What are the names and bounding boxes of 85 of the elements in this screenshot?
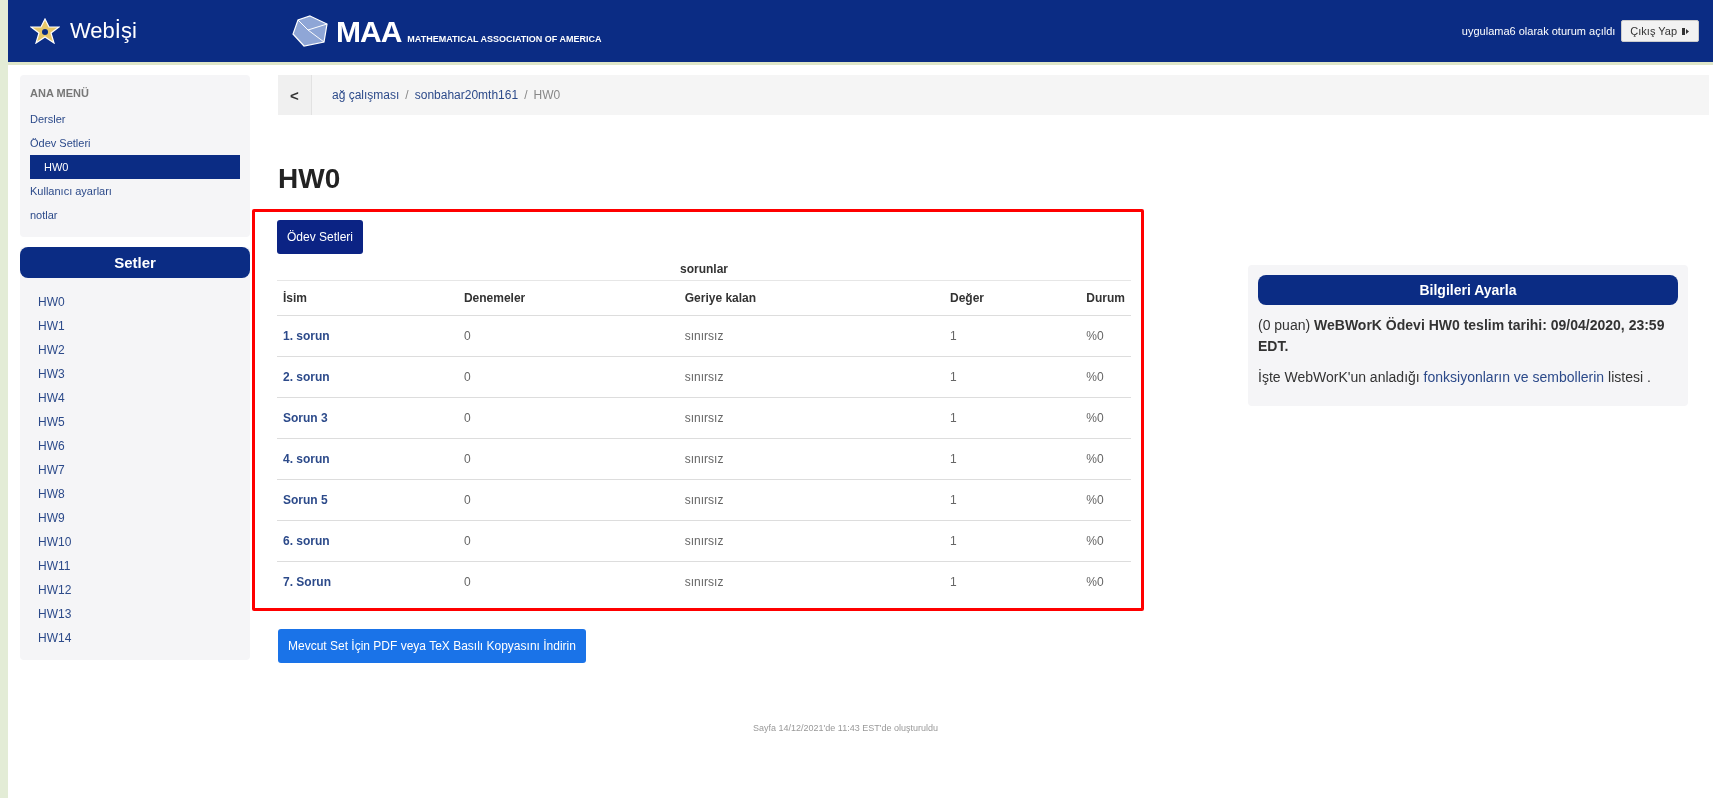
breadcrumb-separator: / [405,88,409,102]
table-cell: %0 [1080,520,1131,562]
menu-item[interactable]: Ödev Setleri [30,131,240,155]
sign-out-icon [1681,26,1690,36]
column-header: Değer [944,280,1081,316]
table-cell: %0 [1080,438,1131,480]
breadcrumb-item[interactable]: ağ çalışması [332,88,400,102]
menu-item[interactable]: notlar [30,203,240,227]
set-link[interactable]: HW9 [20,506,250,530]
table-cell: %0 [1080,479,1131,521]
star-logo-icon [30,18,60,44]
table-cell: %0 [1080,397,1131,439]
set-link[interactable]: HW10 [20,530,250,554]
brand-name[interactable]: Webİşi [70,18,137,44]
problem-link[interactable]: Sorun 3 [283,411,328,425]
sets-heading: Setler [20,247,250,278]
set-link[interactable]: HW14 [20,626,250,650]
functions-link[interactable]: fonksiyonların ve sembollerin [1423,369,1605,385]
menu-item[interactable]: HW0 [30,155,240,179]
table-cell: sınırsız [678,479,944,521]
table-cell: 0 [457,520,679,562]
polyhedron-logo-icon [290,14,330,48]
problem-link[interactable]: 7. Sorun [283,575,331,589]
table-cell: 1 [944,561,1081,602]
set-link[interactable]: HW3 [20,362,250,386]
table-cell: 1 [944,520,1081,562]
set-link[interactable]: HW4 [20,386,250,410]
table-caption: sorunlar [679,261,729,278]
column-header: İsim [277,280,458,316]
column-header: Geriye kalan [678,280,944,316]
table-cell: 0 [457,479,679,521]
table-cell: 0 [457,315,679,357]
column-header: Denemeler [457,280,679,316]
table-cell: %0 [1080,561,1131,602]
logout-button[interactable]: Çıkış Yap [1621,20,1699,42]
table-cell: 0 [457,356,679,398]
back-button[interactable]: < [278,75,312,115]
login-status: uygulama6 olarak oturum açıldı [1461,25,1616,37]
set-link[interactable]: HW8 [20,482,250,506]
breadcrumb-item[interactable]: sonbahar20mth161 [414,88,519,102]
table-cell: %0 [1080,356,1131,398]
table-cell: sınırsız [678,438,944,480]
problem-link[interactable]: 6. sorun [283,534,330,548]
footer-text: Sayfa 14/12/2021'de 11:43 EST'de oluşturuldu [752,723,939,733]
due-date-text: (0 puan) WeBWorK Ödevi HW0 teslim tarihi: 09/04/2020, 23:59 EDT. [1258,316,1666,356]
table-cell: 0 [457,561,679,602]
table-cell: 1 [944,479,1081,521]
logo-text: MAA [336,16,402,48]
table-cell: 1 [944,438,1081,480]
problem-link[interactable]: 1. sorun [283,329,330,343]
table-cell: sınırsız [678,520,944,562]
page-title: HW0 [278,163,342,195]
menu-item[interactable]: Kullanıcı ayarları [30,179,240,203]
download-button[interactable]: Mevcut Set İçin PDF veya TeX Basılı Kopyasını İndirin [278,629,586,663]
info-heading: Bilgileri Ayarla [1258,275,1678,305]
breadcrumb-separator: / [524,88,528,102]
set-link[interactable]: HW13 [20,602,250,626]
table-cell: 0 [457,397,679,439]
set-link[interactable]: HW0 [20,290,250,314]
problem-link[interactable]: 4. sorun [283,452,330,466]
column-header: Durum [1080,280,1131,316]
breadcrumb-item: HW0 [533,88,561,102]
help-text: İşte WebWorK'un anladığı fonksiyonların ve sembollerin listesi . [1258,368,1652,387]
set-link[interactable]: HW11 [20,554,250,578]
sets-button[interactable]: Ödev Setleri [277,220,364,254]
table-cell: 1 [944,397,1081,439]
table-cell: sınırsız [678,561,944,602]
set-link[interactable]: HW5 [20,410,250,434]
table-cell: 1 [944,356,1081,398]
menu-item[interactable]: Dersler [30,107,240,131]
menu-heading: ANA MENÜ [30,87,90,99]
table-cell: sınırsız [678,315,944,357]
set-link[interactable]: HW1 [20,314,250,338]
problem-link[interactable]: Sorun 5 [283,493,328,507]
set-link[interactable]: HW2 [20,338,250,362]
problem-link[interactable]: 2. sorun [283,370,330,384]
table-cell: sınırsız [678,356,944,398]
set-link[interactable]: HW7 [20,458,250,482]
table-cell: sınırsız [678,397,944,439]
table-cell: 0 [457,438,679,480]
table-cell: %0 [1080,315,1131,357]
set-link[interactable]: HW6 [20,434,250,458]
table-cell: 1 [944,315,1081,357]
logo-subtitle: MATHEMATICAL ASSOCIATION OF AMERICA [407,34,602,46]
set-link[interactable]: HW12 [20,578,250,602]
